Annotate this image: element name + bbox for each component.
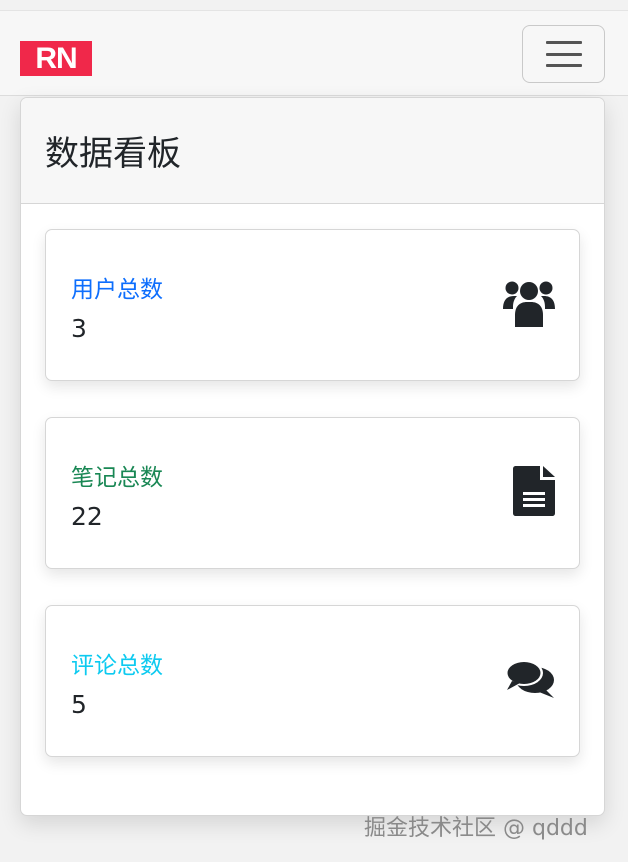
navbar-toggle-button[interactable]: [522, 25, 605, 83]
users-icon: [503, 279, 555, 331]
stat-value: 5: [71, 690, 87, 719]
dashboard-header: 数据看板: [21, 98, 604, 204]
stat-card-users[interactable]: 用户总数 3: [45, 229, 580, 381]
comments-icon: [505, 659, 555, 703]
stat-label: 评论总数: [71, 653, 163, 679]
stat-card-comments[interactable]: 评论总数 5: [45, 605, 580, 757]
brand-logo-text: RN: [35, 41, 77, 75]
navbar: RN: [0, 10, 628, 96]
hamburger-icon: [545, 41, 582, 67]
page-title: 数据看板: [45, 134, 181, 174]
stat-label: 笔记总数: [71, 465, 163, 491]
dashboard-card: 数据看板 用户总数 3 笔记总数 22 评论总数 5: [20, 97, 605, 816]
watermark: 掘金技术社区 @ qddd: [364, 816, 588, 841]
document-icon: [513, 466, 555, 520]
stat-value: 3: [71, 314, 87, 343]
stat-value: 22: [71, 502, 103, 531]
stat-label: 用户总数: [71, 277, 163, 303]
stat-card-notes[interactable]: 笔记总数 22: [45, 417, 580, 569]
brand-logo[interactable]: RN: [20, 41, 92, 76]
